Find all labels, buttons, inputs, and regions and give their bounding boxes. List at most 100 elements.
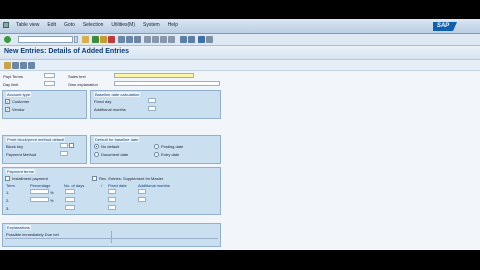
no-default-radio[interactable]	[94, 144, 99, 149]
percent-symbol: %	[50, 190, 54, 195]
block-key-label: Block key	[6, 144, 24, 149]
first-page-icon[interactable]	[144, 36, 151, 43]
menu-selection[interactable]: Selection	[79, 21, 108, 31]
previous-page-icon[interactable]	[152, 36, 159, 43]
standard-toolbar	[0, 34, 480, 46]
percentage-header: Percentage	[30, 183, 51, 188]
days-input[interactable]	[65, 205, 75, 210]
no-of-days-header: No. of days	[64, 183, 85, 188]
term-row-label: 1.	[6, 190, 10, 195]
installment-checkbox[interactable]	[5, 176, 10, 181]
installment-label: Installment payment	[12, 176, 48, 181]
own-explanation-label: Own explanation	[68, 82, 98, 87]
additional-months-header: Additional months	[138, 183, 170, 188]
last-page-icon[interactable]	[168, 36, 175, 43]
document-date-label: Document date	[101, 152, 129, 157]
entry-date-radio[interactable]	[154, 152, 159, 157]
find-next-icon[interactable]	[134, 36, 141, 43]
delete-icon[interactable]	[20, 62, 27, 69]
pmnt-block-group: Pmnt block/pmnt method default Block key…	[2, 135, 87, 164]
pmnt-block-title: Pmnt block/pmnt method default	[6, 137, 66, 142]
posting-date-radio[interactable]	[154, 144, 159, 149]
enter-icon[interactable]	[4, 36, 11, 43]
menu-edit[interactable]: Edit	[43, 21, 60, 31]
no-default-label: No default	[101, 144, 120, 149]
additional-months-term-input[interactable]	[138, 197, 146, 202]
percentage-input[interactable]	[30, 189, 49, 194]
menu-table-view[interactable]: Table view	[12, 21, 43, 31]
command-dropdown-icon[interactable]	[74, 36, 78, 43]
default-baseline-group: Default for baseline date No default Pos…	[90, 135, 221, 164]
day-limit-input[interactable]	[44, 81, 55, 86]
term-header: Term	[6, 183, 15, 188]
document-date-radio[interactable]	[94, 152, 99, 157]
sap-logo: SAP	[433, 22, 457, 31]
day-limit-label: Day limit	[3, 82, 19, 87]
baseline-calc-group: Baseline date calculation Fixed day Addi…	[90, 90, 221, 119]
letterbox-bottom	[0, 250, 480, 270]
next-page-icon[interactable]	[160, 36, 167, 43]
back-icon[interactable]	[92, 36, 99, 43]
explanations-title: Explanations	[6, 225, 31, 230]
cancel-icon[interactable]	[108, 36, 115, 43]
days-input[interactable]	[65, 197, 75, 202]
find-icon[interactable]	[126, 36, 133, 43]
baseline-calc-title: Baseline date calculation	[94, 92, 141, 97]
menu-utilities[interactable]: Utilities(M)	[107, 21, 139, 31]
payment-method-input[interactable]	[60, 151, 68, 156]
command-field[interactable]	[18, 36, 73, 43]
slash-header: /	[101, 183, 103, 188]
help-icon[interactable]	[198, 36, 205, 43]
layout-icon[interactable]	[206, 36, 213, 43]
block-key-input[interactable]	[60, 143, 68, 148]
title-bar: New Entries: Details of Added Entries	[0, 46, 480, 60]
fixed-date-header: Fixed date	[108, 183, 127, 188]
copy-icon[interactable]	[12, 62, 19, 69]
rec-entries-checkbox[interactable]	[92, 176, 97, 181]
vendor-checkbox[interactable]: ✓	[5, 107, 10, 112]
fixed-date-input[interactable]	[108, 189, 116, 194]
sales-text-input[interactable]	[114, 73, 194, 78]
term-row-label: 2.	[6, 198, 10, 203]
possible-due-label: Possible immediately Due net	[6, 232, 59, 237]
customer-label: Customer	[12, 99, 30, 104]
percent-symbol: %	[50, 198, 54, 203]
menu-goto[interactable]: Goto	[60, 21, 79, 31]
exit-icon[interactable]	[100, 36, 107, 43]
sales-text-label: Sales text	[68, 74, 86, 79]
new-session-icon[interactable]	[180, 36, 187, 43]
account-type-title: Account type	[6, 92, 32, 97]
application-toolbar	[0, 60, 480, 71]
payment-method-label: Payment Method	[6, 152, 37, 157]
percentage-input[interactable]	[30, 197, 49, 202]
term-row-label: 3.	[6, 206, 10, 211]
additional-months-term-input[interactable]	[138, 189, 146, 194]
account-type-group: Account type ✓ Customer ✓ Vendor	[2, 90, 87, 119]
fixed-day-label: Fixed day	[94, 99, 112, 104]
block-key-help-icon[interactable]	[69, 143, 74, 148]
additional-months-label: Additional months	[94, 107, 126, 112]
page-title: New Entries: Details of Added Entries	[4, 48, 129, 55]
sap-window: Table view Edit Goto Selection Utilities…	[0, 19, 480, 250]
edit-icon[interactable]	[4, 62, 11, 69]
select-icon[interactable]	[28, 62, 35, 69]
fixed-day-input[interactable]	[148, 98, 156, 103]
customer-checkbox[interactable]: ✓	[5, 99, 10, 104]
fixed-date-input[interactable]	[108, 197, 116, 202]
additional-months-input[interactable]	[148, 106, 156, 111]
entry-date-label: Entry date	[161, 152, 180, 157]
menu-help[interactable]: Help	[164, 21, 182, 31]
print-icon[interactable]	[118, 36, 125, 43]
save-icon[interactable]	[82, 36, 89, 43]
payt-terms-input[interactable]	[44, 73, 55, 78]
menu-system[interactable]: System	[139, 21, 164, 31]
divider	[111, 231, 112, 243]
fixed-date-input[interactable]	[108, 205, 116, 210]
shortcut-icon[interactable]	[188, 36, 195, 43]
menu-icon[interactable]	[3, 22, 9, 28]
days-input[interactable]	[65, 189, 75, 194]
default-baseline-title: Default for baseline date	[94, 137, 140, 142]
posting-date-label: Posting date	[161, 144, 184, 149]
own-explanation-input[interactable]	[114, 81, 220, 86]
payment-terms-group: Payment terms Installment payment Rec. E…	[2, 167, 221, 215]
